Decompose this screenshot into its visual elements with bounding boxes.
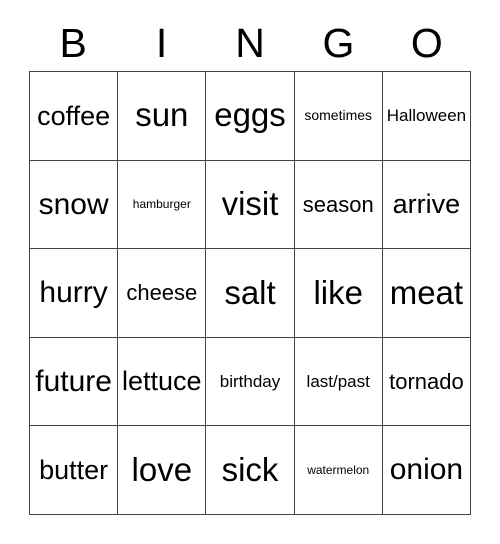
bingo-cell-label: sun <box>135 96 189 134</box>
bingo-cell-n-3[interactable]: salt <box>206 249 295 338</box>
bingo-header-letter-g: G <box>322 20 355 66</box>
bingo-cell-label: birthday <box>219 371 281 391</box>
bingo-cell-label: snow <box>38 187 109 221</box>
bingo-card: B I N G O coffee sun eggs sometimes Hallowee… <box>0 0 500 544</box>
bingo-cell-label: lettuce <box>122 366 202 397</box>
bingo-cell-label: salt <box>224 273 276 311</box>
bingo-cell-i-3[interactable]: cheese <box>118 249 207 338</box>
bingo-cell-g-5[interactable]: watermelon <box>294 426 383 515</box>
bingo-cell-n-4[interactable]: birthday <box>206 337 295 427</box>
bingo-cell-n-2[interactable]: visit <box>206 160 295 250</box>
bingo-cell-label: love <box>131 450 193 488</box>
bingo-cell-i-1[interactable]: sun <box>118 72 207 161</box>
bingo-cell-label: butter <box>39 455 109 485</box>
bingo-cell-b-1[interactable]: coffee <box>30 72 119 161</box>
bingo-header-row: B I N G O <box>29 16 471 71</box>
bingo-cell-label: sick <box>221 450 279 488</box>
bingo-cell-label: arrive <box>392 189 461 220</box>
bingo-header-letter-n: N <box>235 20 265 66</box>
bingo-cell-i-4[interactable]: lettuce <box>118 337 207 427</box>
bingo-cell-i-2[interactable]: hamburger <box>118 160 207 250</box>
bingo-cell-o-3[interactable]: meat <box>382 249 472 338</box>
bingo-cell-label: eggs <box>214 96 286 134</box>
bingo-cell-label: hurry <box>39 276 108 310</box>
bingo-cell-label: season <box>302 191 374 217</box>
bingo-cell-b-3[interactable]: hurry <box>30 249 119 338</box>
bingo-cell-label: Halloween <box>386 105 467 125</box>
bingo-cell-label: tornado <box>389 369 464 395</box>
bingo-cell-label: meat <box>389 273 464 311</box>
bingo-cell-label: visit <box>221 185 279 223</box>
bingo-row: hurry cheese salt like meat <box>30 249 472 338</box>
bingo-cell-label: coffee <box>37 100 111 131</box>
bingo-row: coffee sun eggs sometimes Halloween <box>30 72 472 161</box>
bingo-cell-b-2[interactable]: snow <box>30 160 119 250</box>
bingo-cell-i-5[interactable]: love <box>118 426 207 515</box>
bingo-cell-o-4[interactable]: tornado <box>382 337 472 427</box>
bingo-cell-label: hamburger <box>132 197 191 212</box>
bingo-row: snow hamburger visit season arrive <box>30 160 472 250</box>
bingo-cell-label: like <box>313 273 363 311</box>
bingo-cell-label: last/past <box>306 371 370 391</box>
bingo-cell-g-2[interactable]: season <box>294 160 383 250</box>
bingo-cell-b-4[interactable]: future <box>30 337 119 427</box>
bingo-cell-label: watermelon <box>307 462 370 477</box>
bingo-cell-b-5[interactable]: butter <box>30 426 119 515</box>
bingo-cell-g-4[interactable]: last/past <box>294 337 383 427</box>
bingo-cell-label: sometimes <box>304 107 373 124</box>
bingo-cell-g-1[interactable]: sometimes <box>294 72 383 161</box>
bingo-cell-n-5[interactable]: sick <box>206 426 295 515</box>
bingo-cell-o-2[interactable]: arrive <box>382 160 472 250</box>
bingo-header-letter-b: B <box>59 20 87 66</box>
bingo-header-letter-i: I <box>155 20 168 66</box>
bingo-cell-label: onion <box>389 453 464 487</box>
bingo-cell-n-1[interactable]: eggs <box>206 72 295 161</box>
bingo-header-letter-o: O <box>410 20 443 66</box>
bingo-grid: coffee sun eggs sometimes Halloween snow hambu… <box>29 71 472 515</box>
bingo-cell-label: cheese <box>126 280 198 306</box>
bingo-cell-label: future <box>35 364 112 398</box>
bingo-cell-g-3[interactable]: like <box>294 249 383 338</box>
bingo-row: future lettuce birthday last/past tornado <box>30 337 472 427</box>
bingo-row: butter love sick watermelon onion <box>30 426 472 515</box>
bingo-cell-o-1[interactable]: Halloween <box>382 72 472 161</box>
bingo-cell-o-5[interactable]: onion <box>382 426 472 515</box>
